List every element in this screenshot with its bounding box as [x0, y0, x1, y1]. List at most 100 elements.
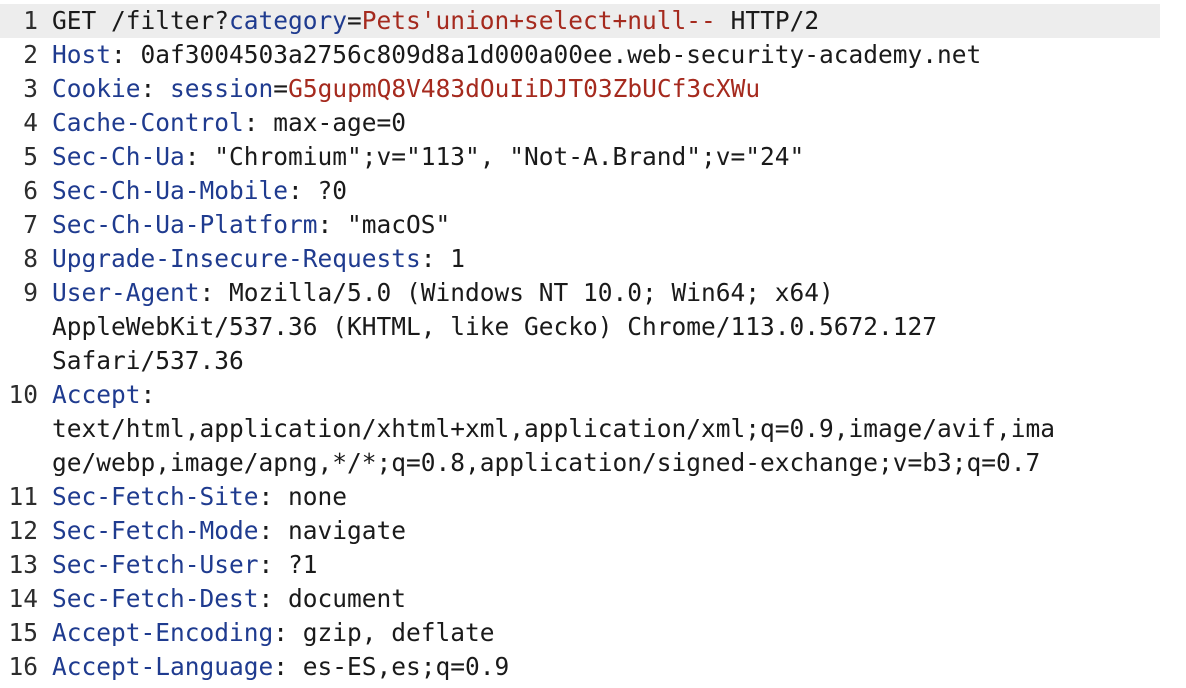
line-content: Sec-Fetch-Mode: navigate	[52, 514, 1186, 548]
request-line[interactable]: 2 Host: 0af3004503a2756c809d8a1d000a00ee.…	[0, 38, 1186, 72]
line-segment: Upgrade-Insecure-Requests: 1	[52, 242, 1186, 276]
line-number: 16	[8, 652, 38, 681]
line-segment: Cache-Control: max-age=0	[52, 106, 1186, 140]
plain-text: : "macOS"	[317, 210, 451, 239]
plain-text: : max-age=0	[243, 108, 407, 137]
header-name: Cache-Control	[52, 108, 244, 137]
request-line[interactable]: 9 User-Agent: Mozilla/5.0 (Windows NT 10.…	[0, 276, 1186, 378]
line-content: Sec-Ch-Ua-Mobile: ?0	[52, 174, 1186, 208]
plain-text: : ?1	[258, 550, 318, 579]
line-segment: Accept-Encoding: gzip, deflate	[52, 616, 1186, 650]
line-segment: Sec-Fetch-Dest: document	[52, 582, 1186, 616]
header-name: Sec-Fetch-User	[52, 550, 259, 579]
line-content: Accept-Language: es-ES,es;q=0.9	[52, 650, 1186, 684]
header-name: Sec-Ch-Ua-Platform	[52, 210, 318, 239]
request-line[interactable]: 1 GET /filter?category=Pets'union+select+…	[0, 4, 1160, 38]
request-line[interactable]: 14 Sec-Fetch-Dest: document	[0, 582, 1186, 616]
line-content: Accept: text/html,application/xhtml+xml,a…	[52, 378, 1186, 480]
plain-text: text/html,application/xhtml+xml,applicat…	[52, 414, 1056, 443]
request-line[interactable]: 5 Sec-Ch-Ua: "Chromium";v="113", "Not-A.B…	[0, 140, 1186, 174]
header-name: Sec-Fetch-Dest	[52, 584, 259, 613]
plain-text: :	[140, 74, 171, 103]
line-content: Cookie: session=G5gupmQ8V483dOuIiDJT03Zb…	[52, 72, 1186, 106]
line-content: Sec-Fetch-Site: none	[52, 480, 1186, 514]
plain-text: : none	[258, 482, 348, 511]
parameter-value: Pets'union+select+null--	[361, 6, 716, 35]
line-segment: Accept-Language: es-ES,es;q=0.9	[52, 650, 1186, 684]
line-number: 15	[8, 618, 38, 647]
plain-text: : 0af3004503a2756c809d8a1d000a00ee.web-s…	[111, 40, 982, 69]
line-segment: Sec-Ch-Ua: "Chromium";v="113", "Not-A.Br…	[52, 140, 1186, 174]
line-content: Sec-Ch-Ua: "Chromium";v="113", "Not-A.Br…	[52, 140, 1186, 174]
line-content: Cache-Control: max-age=0	[52, 106, 1186, 140]
line-segment: Accept:	[52, 378, 1186, 412]
line-content: Accept-Encoding: gzip, deflate	[52, 616, 1186, 650]
plain-text: ge/webp,image/apng,*/*;q=0.8,application…	[52, 448, 1041, 477]
line-content: Host: 0af3004503a2756c809d8a1d000a00ee.w…	[52, 38, 1186, 72]
line-number: 11	[8, 482, 38, 511]
line-number: 14	[8, 584, 38, 613]
header-name: User-Agent	[52, 278, 200, 307]
plain-text: : document	[258, 584, 407, 613]
line-segment: Sec-Fetch-Site: none	[52, 480, 1186, 514]
line-number: 12	[8, 516, 38, 545]
request-line[interactable]: 7 Sec-Ch-Ua-Platform: "macOS"	[0, 208, 1186, 242]
request-line[interactable]: 15 Accept-Encoding: gzip, deflate	[0, 616, 1186, 650]
line-number: 1	[23, 6, 38, 35]
line-number: 9	[23, 278, 38, 307]
plain-text: : 1	[420, 244, 466, 273]
line-content: User-Agent: Mozilla/5.0 (Windows NT 10.0…	[52, 276, 1186, 378]
header-name: Accept-Encoding	[52, 618, 274, 647]
line-segment: Sec-Fetch-Mode: navigate	[52, 514, 1186, 548]
line-segment: AppleWebKit/537.36 (KHTML, like Gecko) C…	[52, 310, 1186, 344]
plain-text: : ?0	[288, 176, 348, 205]
header-name: Accept-Language	[52, 652, 274, 681]
request-line[interactable]: 12 Sec-Fetch-Mode: navigate	[0, 514, 1186, 548]
header-name: Sec-Fetch-Mode	[52, 516, 259, 545]
line-number: 13	[8, 550, 38, 579]
parameter-name: category	[229, 6, 348, 35]
line-number: 6	[23, 176, 38, 205]
parameter-value: G5gupmQ8V483dOuIiDJT03ZbUCf3cXWu	[288, 74, 761, 103]
line-segment: ge/webp,image/apng,*/*;q=0.8,application…	[52, 446, 1186, 480]
request-line[interactable]: 11 Sec-Fetch-Site: none	[0, 480, 1186, 514]
line-content: Sec-Fetch-User: ?1	[52, 548, 1186, 582]
line-segment: Cookie: session=G5gupmQ8V483dOuIiDJT03Zb…	[52, 72, 1186, 106]
plain-text: GET /filter?	[52, 6, 230, 35]
request-line[interactable]: 10 Accept: text/html,application/xhtml+xml…	[0, 378, 1186, 480]
header-name: Accept	[52, 380, 141, 409]
request-line[interactable]: 4 Cache-Control: max-age=0	[0, 106, 1186, 140]
plain-text: =	[347, 6, 362, 35]
plain-text: HTTP/2	[715, 6, 820, 35]
line-segment: Sec-Ch-Ua-Mobile: ?0	[52, 174, 1186, 208]
request-line[interactable]: 3 Cookie: session=G5gupmQ8V483dOuIiDJT03Z…	[0, 72, 1186, 106]
line-number: 4	[23, 108, 38, 137]
line-segment: GET /filter?category=Pets'union+select+n…	[52, 4, 1160, 38]
line-number: 2	[23, 40, 38, 69]
request-line[interactable]: 6 Sec-Ch-Ua-Mobile: ?0	[0, 174, 1186, 208]
line-segment: text/html,application/xhtml+xml,applicat…	[52, 412, 1186, 446]
plain-text: : navigate	[258, 516, 407, 545]
request-line[interactable]: 13 Sec-Fetch-User: ?1	[0, 548, 1186, 582]
request-line[interactable]: 8 Upgrade-Insecure-Requests: 1	[0, 242, 1186, 276]
header-name: Sec-Fetch-Site	[52, 482, 259, 511]
header-name: Host	[52, 40, 112, 69]
line-content: Upgrade-Insecure-Requests: 1	[52, 242, 1186, 276]
line-segment: Safari/537.36	[52, 344, 1186, 378]
line-segment: Sec-Fetch-User: ?1	[52, 548, 1186, 582]
header-name: Cookie	[52, 74, 141, 103]
parameter-name: session	[170, 74, 274, 103]
plain-text: AppleWebKit/537.36 (KHTML, like Gecko) C…	[52, 312, 938, 341]
plain-text: =	[273, 74, 289, 103]
line-number: 8	[23, 244, 38, 273]
request-line[interactable]: 16 Accept-Language: es-ES,es;q=0.9	[0, 650, 1186, 684]
http-request-editor[interactable]: 1 GET /filter?category=Pets'union+select+…	[0, 0, 1186, 688]
line-segment: Host: 0af3004503a2756c809d8a1d000a00ee.w…	[52, 38, 1186, 72]
line-number: 5	[23, 142, 38, 171]
plain-text: : "Chromium";v="113", "Not-A.Brand";v="2…	[184, 142, 805, 171]
header-name: Sec-Ch-Ua	[52, 142, 185, 171]
plain-text: Safari/537.36	[52, 346, 244, 375]
line-content: GET /filter?category=Pets'union+select+n…	[52, 4, 1160, 38]
line-number: 10	[8, 380, 38, 409]
line-number: 7	[23, 210, 38, 239]
